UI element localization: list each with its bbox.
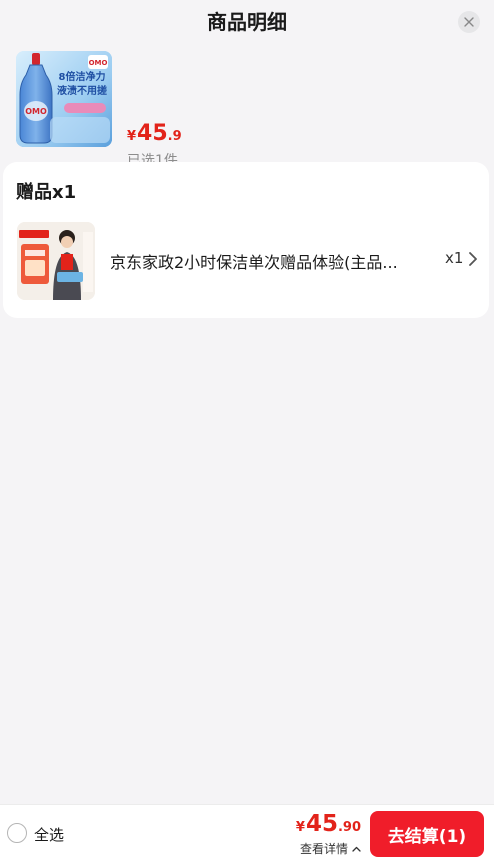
- gift-section-title: 赠品x1: [16, 182, 77, 203]
- total-integer: 45: [305, 811, 338, 837]
- svg-text:OMO: OMO: [25, 107, 47, 116]
- gift-quantity: x1: [445, 249, 464, 267]
- product-image-art: OMO OMO 8倍洁净力 液渍不用搓: [16, 51, 112, 147]
- product-image: OMO OMO 8倍洁净力 液渍不用搓: [16, 51, 112, 147]
- view-details-label: 查看详情: [299, 842, 348, 856]
- gift-card: 赠品x1 京东家政2小时保洁单次赠品体验(主品... x1: [3, 162, 489, 318]
- svg-text:液渍不用搓: 液渍不用搓: [57, 84, 107, 97]
- close-icon: [464, 17, 474, 27]
- checkout-button[interactable]: 去结算(1): [370, 811, 484, 857]
- total-price: ¥ 45 .90: [296, 811, 361, 837]
- svg-text:8倍洁净力: 8倍洁净力: [59, 70, 106, 83]
- view-details-link[interactable]: 查看详情: [300, 840, 361, 857]
- product-row: OMO OMO 8倍洁净力 液渍不用搓 ¥ 45 .9 已选1件: [0, 44, 494, 169]
- gift-name[interactable]: 京东家政2小时保洁单次赠品体验(主品...: [110, 249, 410, 273]
- select-all-label[interactable]: 全选: [34, 824, 64, 845]
- total-decimal: .90: [337, 820, 361, 835]
- gift-image-art: [17, 222, 95, 300]
- price-symbol: ¥: [127, 129, 137, 144]
- product-price: ¥ 45 .9: [127, 121, 182, 146]
- chevron-up-icon: [352, 846, 361, 852]
- bottom-bar: 全选 ¥ 45 .90 查看详情 去结算(1): [0, 804, 494, 860]
- svg-text:OMO: OMO: [89, 59, 108, 67]
- page-title: 商品明细: [207, 10, 287, 34]
- price-integer: 45: [137, 121, 168, 146]
- chevron-right-icon[interactable]: [467, 250, 479, 268]
- select-all-radio[interactable]: [7, 823, 27, 843]
- price-decimal: .9: [167, 129, 182, 144]
- gift-image[interactable]: [17, 222, 95, 300]
- header: 商品明细: [0, 0, 494, 44]
- close-button[interactable]: [458, 11, 480, 33]
- total-symbol: ¥: [295, 820, 305, 835]
